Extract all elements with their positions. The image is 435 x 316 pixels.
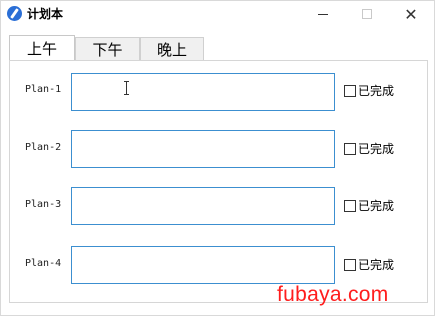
- plan-4-input[interactable]: [71, 246, 335, 284]
- checkbox-icon[interactable]: [344, 142, 356, 155]
- plan-1-label: Plan-1: [25, 84, 62, 95]
- checkbox-icon[interactable]: [344, 84, 356, 97]
- plan-4-done-label: 已完成: [358, 258, 395, 272]
- checkbox-icon[interactable]: [344, 258, 356, 271]
- close-icon: ✕: [404, 4, 418, 24]
- maximize-button[interactable]: [347, 1, 387, 27]
- window-title: 计划本: [27, 7, 64, 21]
- checkbox-icon[interactable]: [344, 199, 356, 212]
- plan-2-input[interactable]: [71, 130, 335, 168]
- tab-afternoon[interactable]: 下午: [75, 37, 140, 60]
- plan-1-input[interactable]: [71, 73, 335, 111]
- title-bar[interactable]: 计划本 ✕: [1, 1, 434, 27]
- plan-2-done-label: 已完成: [358, 142, 395, 156]
- minimize-icon: [318, 13, 328, 15]
- plan-4-label: Plan-4: [25, 258, 62, 269]
- plan-2-done-checkbox[interactable]: 已完成: [344, 140, 394, 157]
- close-button[interactable]: ✕: [391, 1, 431, 27]
- maximize-icon: [362, 9, 372, 19]
- plan-3-done-checkbox[interactable]: 已完成: [344, 197, 394, 214]
- watermark: fubaya.com: [277, 283, 389, 306]
- plan-2-label: Plan-2: [25, 142, 62, 153]
- plan-1-done-checkbox[interactable]: 已完成: [344, 82, 394, 99]
- minimize-button[interactable]: [303, 1, 343, 27]
- plan-3-input[interactable]: [71, 187, 335, 225]
- tab-morning[interactable]: 上午: [9, 35, 75, 60]
- pen-icon: [7, 6, 22, 21]
- tab-evening[interactable]: 晚上: [140, 37, 204, 60]
- plan-3-done-label: 已完成: [358, 199, 395, 213]
- app-window: 计划本 ✕ 上午 下午 晚上 Plan-1 已完成 Plan-2 已完成 Pla…: [0, 0, 435, 316]
- plan-4-done-checkbox[interactable]: 已完成: [344, 256, 394, 273]
- plan-1-done-label: 已完成: [358, 84, 395, 98]
- text-cursor-icon: [124, 81, 130, 95]
- plan-3-label: Plan-3: [25, 199, 62, 210]
